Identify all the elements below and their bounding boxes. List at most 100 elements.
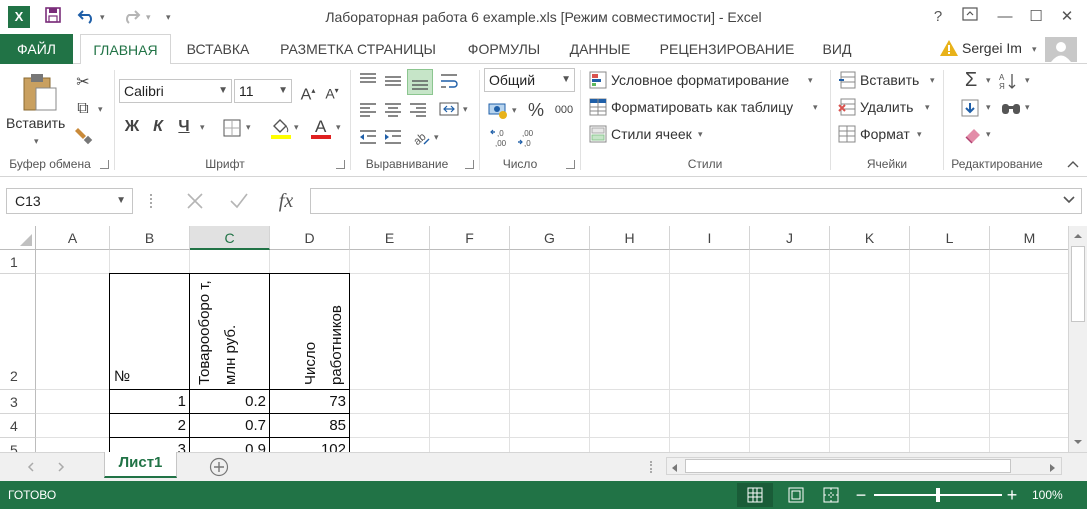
column-header-m[interactable]: M xyxy=(990,226,1068,250)
cut-icon[interactable]: ✂ xyxy=(72,72,94,94)
ribbon-display-options-icon[interactable] xyxy=(958,6,982,28)
delete-cells-icon[interactable] xyxy=(838,98,856,116)
copy-icon[interactable]: ⧉ xyxy=(72,98,94,120)
worksheet-grid[interactable]: A B C D E F G H I J K L M 1 2 3 4 5 № То… xyxy=(0,226,1068,452)
sort-filter-icon[interactable]: AЯ xyxy=(998,71,1020,91)
align-middle-icon[interactable] xyxy=(382,70,404,92)
tab-review[interactable]: РЕЦЕНЗИРОВАНИЕ xyxy=(652,34,802,64)
zoom-slider-thumb[interactable] xyxy=(936,488,940,502)
copy-dropdown-icon[interactable]: ▾ xyxy=(98,104,103,115)
merge-dropdown-icon[interactable]: ▾ xyxy=(463,104,468,115)
column-header-k[interactable]: K xyxy=(830,226,910,250)
format-as-table-button[interactable]: Форматировать как таблицу xyxy=(611,99,793,115)
find-select-dropdown-icon[interactable]: ▾ xyxy=(1025,102,1030,113)
row-header-3[interactable]: 3 xyxy=(0,390,36,414)
formula-bar-grip-icon[interactable] xyxy=(150,194,154,208)
borders-icon[interactable] xyxy=(222,118,242,138)
decrease-decimal-icon[interactable]: ,00,0 xyxy=(515,126,539,150)
align-center-icon[interactable] xyxy=(382,98,404,120)
bold-button[interactable]: Ж xyxy=(121,116,143,138)
column-header-j[interactable]: J xyxy=(750,226,830,250)
alignment-launcher-icon[interactable] xyxy=(465,160,474,169)
decrease-indent-icon[interactable] xyxy=(357,126,379,148)
cancel-entry-icon[interactable] xyxy=(184,190,206,212)
tab-view[interactable]: ВИД xyxy=(812,34,862,64)
expand-formula-bar-icon[interactable] xyxy=(1062,194,1076,206)
cell-c2[interactable]: Товарооборо т, млн руб. xyxy=(190,274,268,389)
insert-cells-button[interactable]: Вставить xyxy=(860,72,919,88)
increase-decimal-icon[interactable]: ,0,00 xyxy=(488,126,512,150)
cell-c4[interactable]: 0.7 xyxy=(190,417,266,434)
cell-styles-button[interactable]: Стили ячеек xyxy=(611,126,692,142)
conditional-formatting-icon[interactable] xyxy=(589,71,607,89)
zoom-in-button[interactable]: + xyxy=(1003,484,1021,506)
scroll-sheets-left-icon[interactable] xyxy=(26,461,36,473)
clear-dropdown-icon[interactable]: ▾ xyxy=(986,129,991,140)
italic-button[interactable]: К xyxy=(147,116,169,138)
cell-c5[interactable]: 0.9 xyxy=(190,441,266,452)
fill-icon[interactable] xyxy=(960,98,980,118)
cell-c3[interactable]: 0.2 xyxy=(190,393,266,410)
cell-d3[interactable]: 73 xyxy=(270,393,346,410)
number-launcher-icon[interactable] xyxy=(566,160,575,169)
user-avatar[interactable] xyxy=(1045,37,1077,62)
scroll-left-icon[interactable] xyxy=(670,461,680,472)
user-dropdown-icon[interactable]: ▾ xyxy=(1032,44,1037,55)
cell-d5[interactable]: 102 xyxy=(270,441,346,452)
underline-button[interactable]: Ч xyxy=(173,116,195,138)
user-name[interactable]: Sergei Im xyxy=(962,40,1022,56)
scroll-right-icon[interactable] xyxy=(1047,461,1057,472)
column-header-e[interactable]: E xyxy=(350,226,430,250)
row-header-4[interactable]: 4 xyxy=(0,414,36,438)
format-cells-button[interactable]: Формат xyxy=(860,126,910,142)
formula-input[interactable] xyxy=(310,188,1082,214)
clipboard-launcher-icon[interactable] xyxy=(100,160,109,169)
tab-file[interactable]: ФАЙЛ xyxy=(0,34,73,64)
number-format-select[interactable]: Общий ▼ xyxy=(484,68,575,92)
cell-b4[interactable]: 2 xyxy=(110,417,186,434)
format-painter-icon[interactable] xyxy=(74,126,94,146)
delete-cells-button[interactable]: Удалить xyxy=(860,99,913,115)
column-header-f[interactable]: F xyxy=(430,226,510,250)
currency-dropdown-icon[interactable]: ▾ xyxy=(512,105,517,116)
increase-font-icon[interactable]: A▴ xyxy=(298,80,318,106)
tab-insert[interactable]: ВСТАВКА xyxy=(178,34,258,64)
font-color-dropdown-icon[interactable]: ▾ xyxy=(336,122,341,133)
paste-button-label[interactable]: Вставить xyxy=(6,115,65,131)
format-cells-icon[interactable] xyxy=(838,125,856,143)
find-select-icon[interactable] xyxy=(1000,98,1022,118)
zoom-slider[interactable] xyxy=(874,488,1002,502)
horizontal-scroll-thumb[interactable] xyxy=(685,459,1011,473)
column-header-l[interactable]: L xyxy=(910,226,990,250)
maximize-button[interactable]: ☐ xyxy=(1024,6,1048,28)
tab-page-layout[interactable]: РАЗМЕТКА СТРАНИЦЫ xyxy=(270,34,446,64)
delete-cells-dropdown-icon[interactable]: ▾ xyxy=(925,102,930,113)
confirm-entry-icon[interactable] xyxy=(228,190,250,212)
fill-color-icon[interactable] xyxy=(270,116,292,140)
font-size-select[interactable]: 11 ▼ xyxy=(234,79,292,103)
insert-cells-dropdown-icon[interactable]: ▾ xyxy=(930,75,935,86)
format-as-table-icon[interactable] xyxy=(589,98,607,116)
underline-dropdown-icon[interactable]: ▾ xyxy=(200,122,205,133)
cell-styles-dropdown-icon[interactable]: ▾ xyxy=(698,129,703,140)
scroll-sheets-right-icon[interactable] xyxy=(56,461,66,473)
autosum-icon[interactable]: Σ xyxy=(960,69,982,91)
zoom-out-button[interactable]: − xyxy=(852,484,870,506)
normal-view-icon[interactable] xyxy=(737,483,773,507)
sort-filter-dropdown-icon[interactable]: ▾ xyxy=(1025,75,1030,86)
align-bottom-icon[interactable] xyxy=(407,69,433,95)
row-header-5[interactable]: 5 xyxy=(0,438,36,452)
align-right-icon[interactable] xyxy=(407,98,429,120)
orientation-dropdown-icon[interactable]: ▾ xyxy=(434,132,439,143)
vertical-scroll-thumb[interactable] xyxy=(1071,246,1085,322)
conditional-formatting-dropdown-icon[interactable]: ▾ xyxy=(808,75,813,86)
cell-b2[interactable]: № xyxy=(114,368,130,385)
column-header-a[interactable]: A xyxy=(36,226,110,250)
currency-icon[interactable] xyxy=(487,99,509,121)
borders-dropdown-icon[interactable]: ▾ xyxy=(246,122,251,133)
clear-icon[interactable] xyxy=(962,125,984,145)
cell-b5[interactable]: 3 xyxy=(110,441,186,452)
cell-d4[interactable]: 85 xyxy=(270,417,346,434)
thousands-separator-button[interactable]: 000 xyxy=(551,99,577,121)
name-box[interactable]: C13 ▼ xyxy=(6,188,133,214)
